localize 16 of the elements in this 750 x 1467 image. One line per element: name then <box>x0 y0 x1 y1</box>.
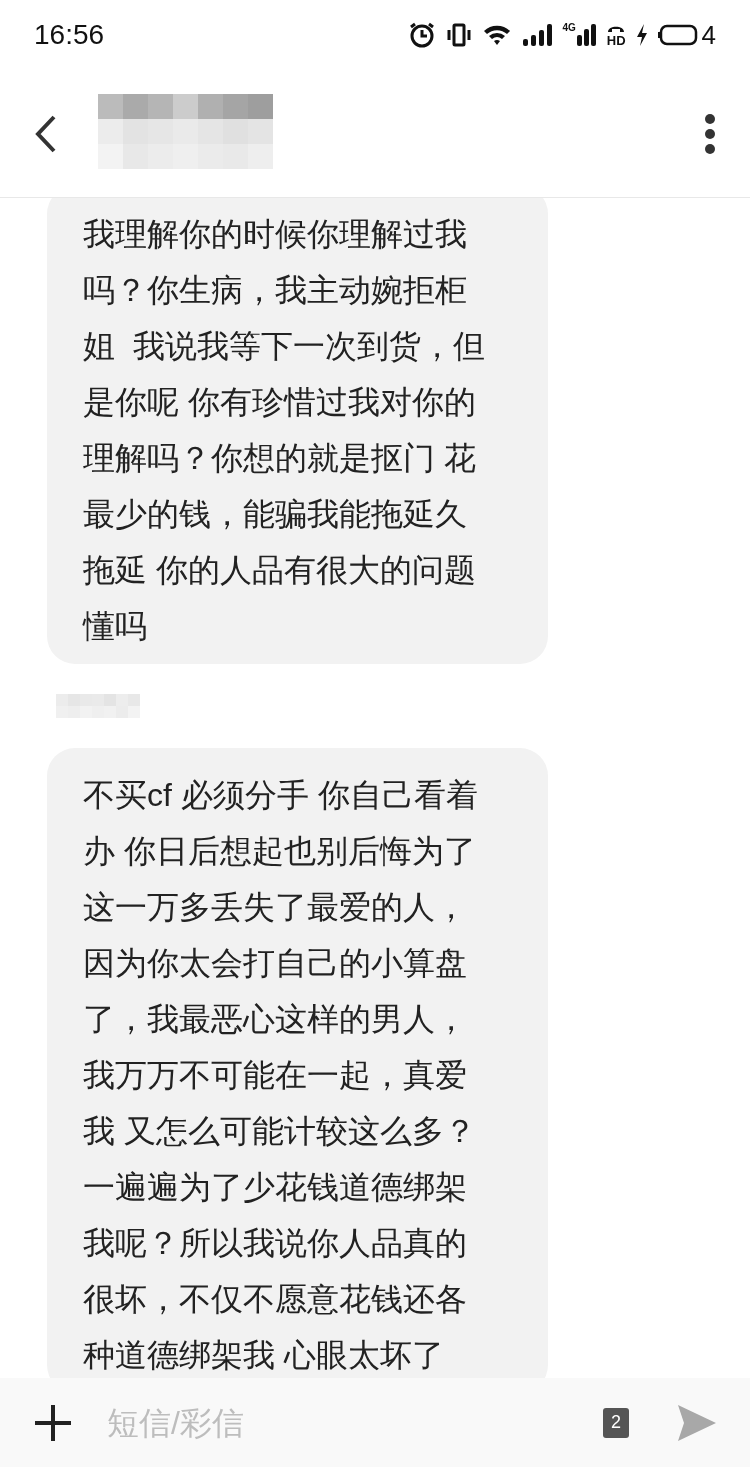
more-options-icon[interactable] <box>704 113 716 154</box>
composer-bar[interactable]: 短信/彩信 2 <box>0 1378 750 1467</box>
lightning-icon <box>635 24 648 46</box>
message-bubble: 我理解你的时候你理解过我吗？你生病，我主动婉拒柜姐 我说我等下一次到货，但是你呢 你有珍惜过我对你的理解吗？你想的就是抠门 花最少的钱，能骗我能拖延久拖延 你的人品有很大的问题懂吗 <box>47 198 548 664</box>
add-icon[interactable] <box>33 1402 73 1443</box>
signal-icon <box>522 23 553 47</box>
battery-level: 4 <box>701 18 716 52</box>
back-icon[interactable] <box>34 113 58 154</box>
battery-icon <box>657 24 698 46</box>
network-type-label: 4G <box>562 23 576 33</box>
signal-icon <box>576 23 597 47</box>
vibrate-icon <box>446 22 473 48</box>
sim-slot-button[interactable]: 2 <box>603 1407 629 1438</box>
status-time: 16:56 <box>34 18 105 52</box>
hd-label: HD <box>606 33 626 47</box>
message-bubble: 不买cf 必须分手 你自己看着办 你日后想起也别后悔为了这一万多丢失了最爱的人，因为你太会打自己的小算盘了，我最恶心这样的男人，我万万不可能在一起，真爱我 又怎么可能计较这么多？一遍遍为了少花钱道德绑架我呢？所以我说你人品真的很坏，不仅不愿意花钱还各种道德绑架我 心眼太坏了 <box>47 748 548 1378</box>
